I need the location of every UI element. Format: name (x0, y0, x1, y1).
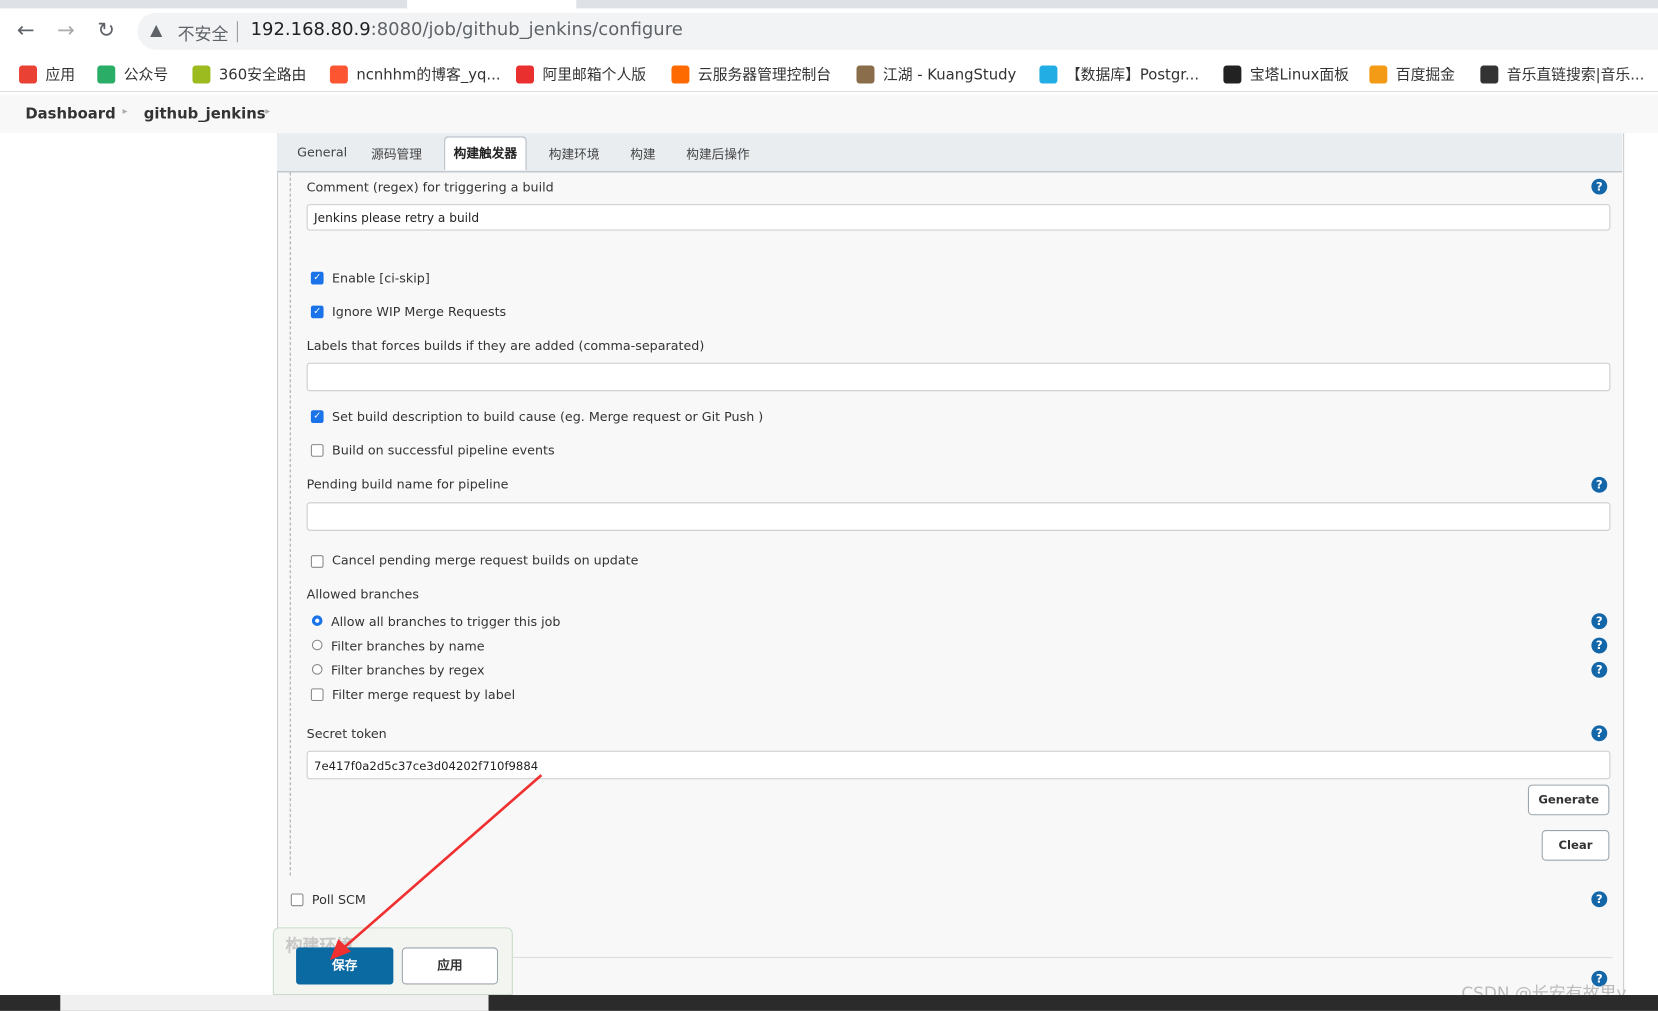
arrow-head (329, 938, 352, 961)
taskbar-search[interactable] (60, 995, 489, 1011)
os-taskbar (0, 995, 1658, 1011)
screen: ← → ↻ ▲ 不安全 192.168.80.9:8080/job/github… (0, 0, 1658, 1011)
arrow-shaft (339, 774, 543, 952)
annotation-arrow (329, 774, 543, 961)
